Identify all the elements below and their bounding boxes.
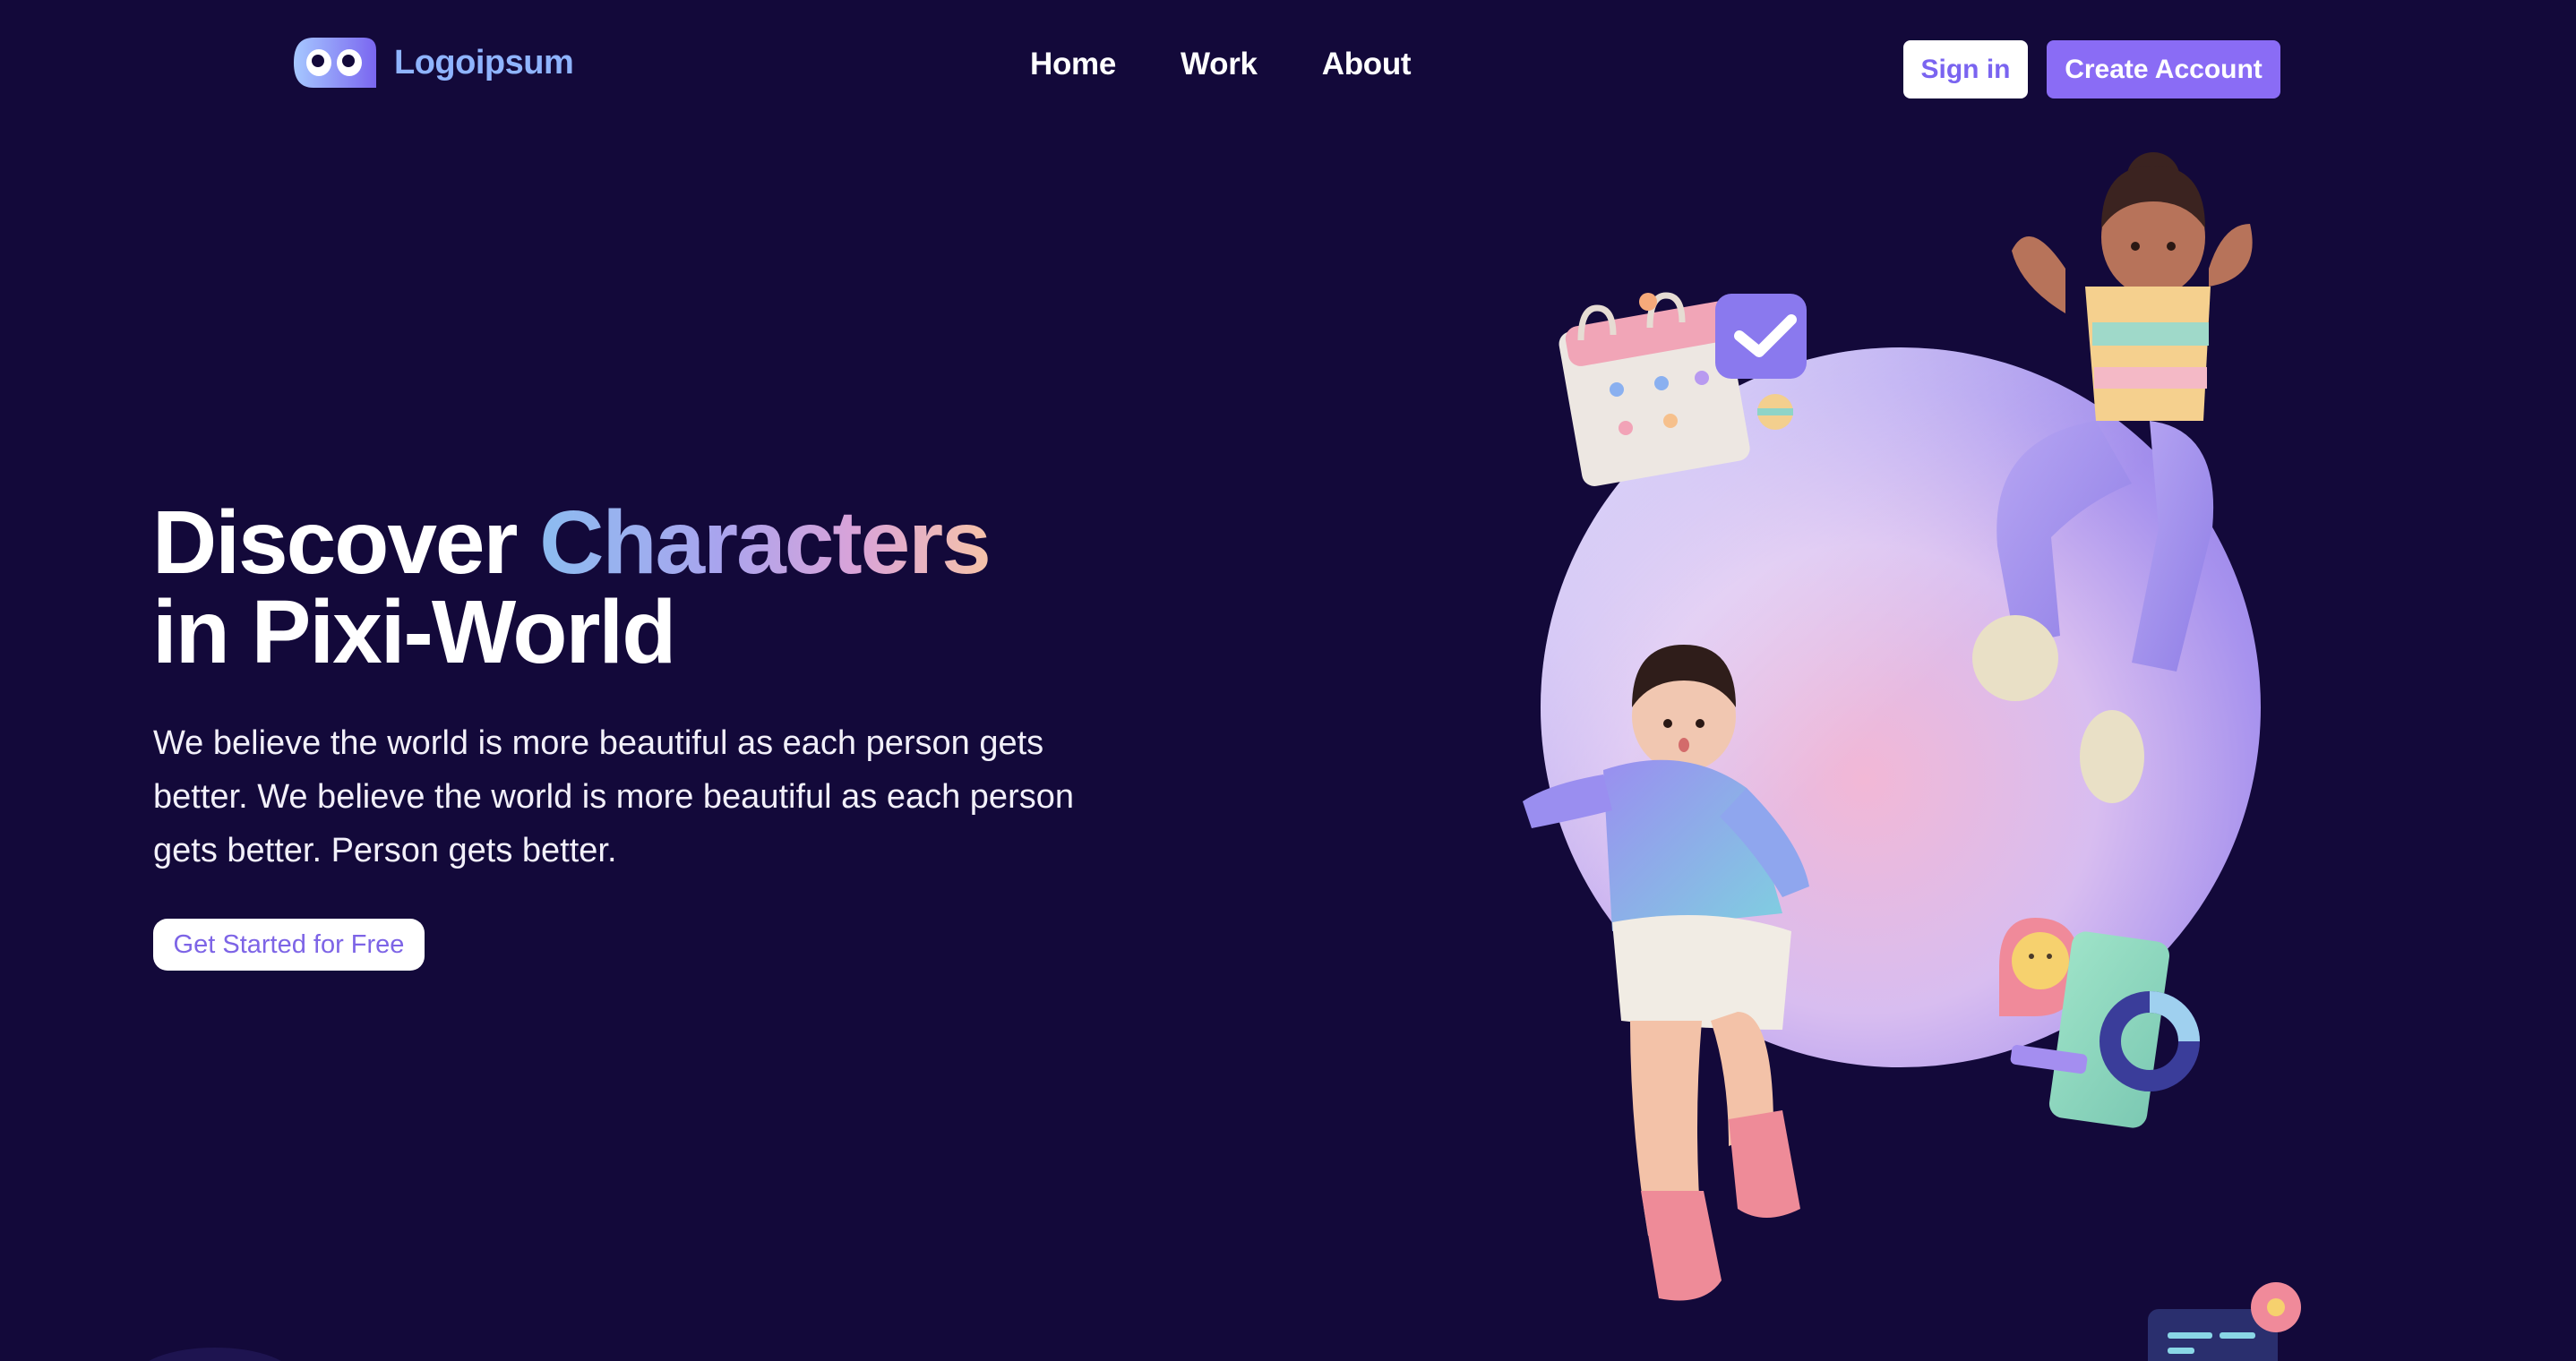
decorative-blob (149, 1348, 281, 1361)
message-card-icon (2148, 1282, 2301, 1361)
hero-illustration (149, 152, 2301, 1361)
